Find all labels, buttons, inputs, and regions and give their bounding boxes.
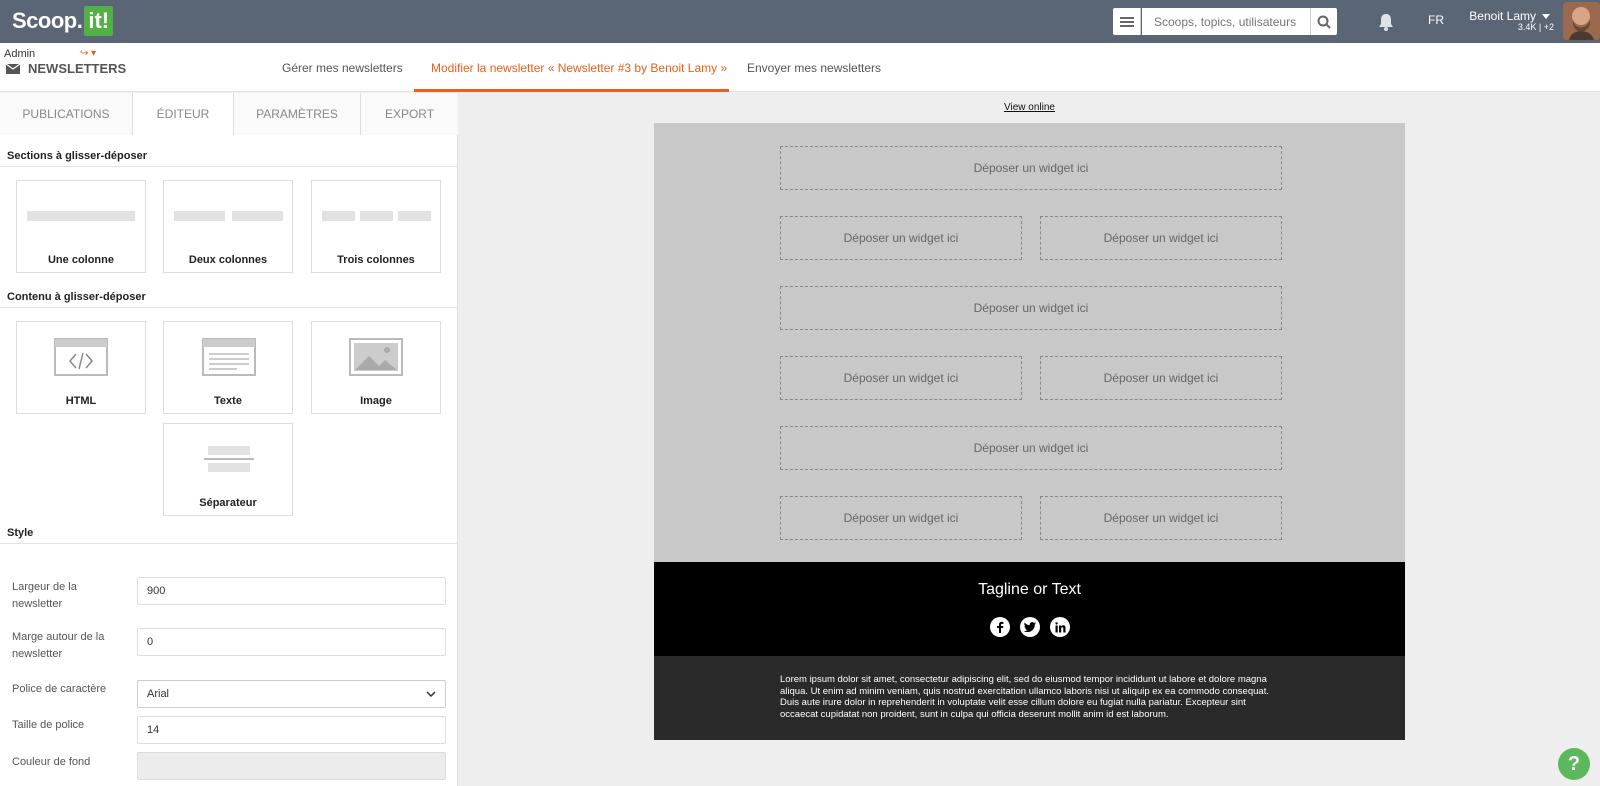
font-select[interactable]: Arial: [137, 680, 446, 708]
tile-image[interactable]: Image: [311, 321, 441, 414]
hamburger-icon: [1119, 16, 1134, 27]
style-title: Style: [7, 527, 34, 539]
linkedin-icon[interactable]: [1050, 617, 1070, 637]
logo-box: it!: [84, 6, 114, 36]
facebook-icon[interactable]: [990, 617, 1010, 637]
drop-zone[interactable]: Déposer un widget ici: [1040, 496, 1282, 540]
tile-one-column[interactable]: Une colonne: [16, 180, 146, 273]
bar: [174, 211, 225, 221]
newsletter-body: Déposer un widget ici Déposer un widget …: [654, 123, 1405, 562]
bar: [360, 211, 393, 221]
width-label: Largeur de la newsletter: [12, 581, 77, 610]
top-bar: Scoop. it! FR Benoit Lamy 3.4K | +2: [0, 0, 1600, 43]
tile-label: HTML: [65, 395, 97, 407]
newsletter-footer: Tagline or Text: [654, 562, 1405, 656]
editor-panel: PUBLICATIONS ÉDITEUR PARAMÈTRES EXPORT S…: [0, 93, 458, 786]
search-button[interactable]: [1310, 8, 1337, 35]
logo-text: Scoop.: [12, 8, 83, 33]
bar: [322, 211, 355, 221]
crumb-arrow: [232, 43, 254, 91]
width-input[interactable]: [137, 577, 446, 605]
drop-zone[interactable]: Déposer un widget ici: [780, 356, 1022, 400]
code-icon: [54, 338, 108, 376]
admin-label: Admin: [4, 48, 36, 60]
tab-export[interactable]: EXPORT: [361, 93, 458, 135]
bar: [232, 211, 283, 221]
newsletters-title: NEWSLETTERS: [6, 61, 126, 76]
bg-color-label: Couleur de fond: [12, 756, 91, 768]
bell-icon[interactable]: [1376, 12, 1396, 32]
drop-zone[interactable]: Déposer un widget ici: [780, 496, 1022, 540]
text-icon: [202, 338, 256, 376]
user-dropdown-icon[interactable]: [1542, 14, 1550, 19]
avatar[interactable]: [1563, 2, 1600, 40]
tile-label: Texte: [214, 395, 242, 407]
editor-tabs: PUBLICATIONS ÉDITEUR PARAMÈTRES EXPORT: [0, 93, 458, 136]
tile-label: Séparateur: [199, 497, 257, 509]
admin-dropdown-icon[interactable]: ↪ ▾: [80, 48, 96, 59]
divider: [0, 543, 458, 544]
bg-color-picker[interactable]: [137, 752, 446, 780]
drop-zone[interactable]: Déposer un widget ici: [1040, 356, 1282, 400]
newsletters-title-text: NEWSLETTERS: [28, 61, 127, 76]
tile-label: Trois colonnes: [337, 254, 415, 266]
font-label: Police de caractère: [12, 683, 107, 695]
menu-button[interactable]: [1113, 8, 1141, 35]
newsletter-legal: Lorem ipsum dolor sit amet, consectetur …: [654, 656, 1405, 740]
font-size-label: Taille de police: [12, 719, 85, 731]
drop-zone[interactable]: Déposer un widget ici: [1040, 216, 1282, 260]
tile-two-columns[interactable]: Deux colonnes: [163, 180, 293, 273]
subnav-manage[interactable]: Gérer mes newsletters: [282, 61, 403, 75]
tile-separator[interactable]: Séparateur: [163, 423, 293, 516]
tile-three-columns[interactable]: Trois colonnes: [311, 180, 441, 273]
image-icon: [349, 338, 403, 376]
help-button[interactable]: ?: [1558, 748, 1590, 780]
drop-zone[interactable]: Déposer un widget ici: [780, 286, 1282, 330]
search-input[interactable]: [1142, 8, 1310, 35]
search-icon: [1317, 15, 1331, 29]
sections-title: Sections à glisser-déposer: [7, 150, 147, 162]
tile-label: Image: [360, 395, 392, 407]
subnav-send[interactable]: Envoyer mes newsletters: [747, 61, 881, 75]
user-name[interactable]: Benoit Lamy: [1469, 9, 1536, 23]
tile-label: Une colonne: [47, 254, 114, 266]
bar: [398, 211, 431, 221]
chevron-down-icon: [426, 691, 436, 697]
drop-zone[interactable]: Déposer un widget ici: [780, 216, 1022, 260]
divider: [0, 307, 458, 308]
content-title: Contenu à glisser-déposer: [7, 291, 146, 303]
margin-label: Marge autour de la newsletter: [12, 631, 105, 660]
tagline: Tagline or Text: [978, 581, 1081, 598]
subnav-edit[interactable]: Modifier la newsletter « Newsletter #3 b…: [431, 61, 727, 75]
drop-zone[interactable]: Déposer un widget ici: [780, 426, 1282, 470]
mail-icon: [6, 63, 20, 74]
font-select-value: Arial: [147, 688, 170, 700]
tab-editeur[interactable]: ÉDITEUR: [133, 93, 234, 136]
margin-input[interactable]: [137, 628, 446, 656]
tab-publications[interactable]: PUBLICATIONS: [0, 93, 133, 135]
scoopit-logo[interactable]: Scoop. it!: [12, 6, 114, 36]
tile-text[interactable]: Texte: [163, 321, 293, 414]
tile-html[interactable]: HTML: [16, 321, 146, 414]
tab-parametres[interactable]: PARAMÈTRES: [234, 93, 361, 135]
view-online-link[interactable]: View online: [1004, 102, 1055, 113]
language-selector[interactable]: FR: [1428, 13, 1444, 27]
twitter-icon[interactable]: [1020, 617, 1040, 637]
tile-label: Deux colonnes: [188, 254, 268, 266]
user-stats: 3.4K | +2: [1517, 22, 1554, 32]
separator-icon: [204, 446, 254, 472]
active-tab-underline: [414, 89, 729, 92]
drop-zone[interactable]: Déposer un widget ici: [780, 146, 1282, 190]
font-size-input[interactable]: [137, 716, 446, 744]
lorem-text: Lorem ipsum dolor sit amet, consectetur …: [780, 674, 1269, 720]
bar: [27, 211, 135, 221]
divider: [0, 166, 458, 167]
